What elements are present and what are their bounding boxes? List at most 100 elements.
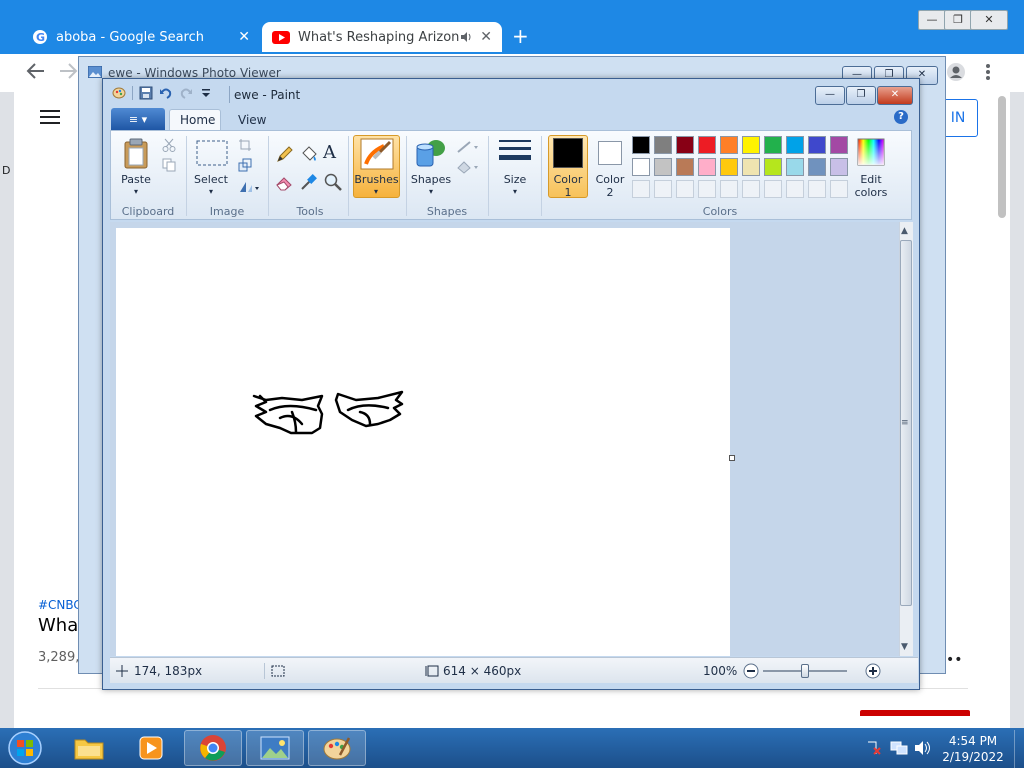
tab-home[interactable]: Home [169, 109, 221, 130]
eraser-icon[interactable] [275, 172, 295, 192]
palette-swatch-empty[interactable] [808, 180, 826, 198]
taskbar-photo-viewer[interactable] [246, 730, 304, 766]
taskbar-paint[interactable] [308, 730, 366, 766]
palette-swatch[interactable] [698, 136, 716, 154]
resize-icon[interactable] [238, 158, 252, 172]
magnifier-icon[interactable] [323, 172, 343, 192]
zoom-slider[interactable] [763, 663, 848, 679]
save-icon[interactable] [139, 86, 153, 100]
pencil-icon[interactable] [275, 144, 295, 164]
subscribe-button[interactable] [860, 710, 970, 716]
color2-swatch[interactable] [598, 141, 622, 165]
paste-icon[interactable] [122, 138, 150, 170]
taskbar-clock[interactable]: 4:54 PM 2/19/2022 [938, 733, 1008, 765]
palette-swatch-empty[interactable] [698, 180, 716, 198]
action-center-icon[interactable] [866, 740, 882, 756]
more-actions-icon[interactable]: •• [946, 652, 963, 668]
dropdown-arrow-icon[interactable]: ▾ [509, 185, 521, 198]
chrome-tab-youtube[interactable]: What's Reshaping Arizona, N ✕ [262, 22, 502, 52]
palette-swatch[interactable] [742, 158, 760, 176]
zoom-slider-thumb[interactable] [801, 663, 810, 678]
edit-colors-icon[interactable] [857, 138, 885, 166]
palette-swatch-empty[interactable] [830, 180, 848, 198]
palette-swatch[interactable] [676, 136, 694, 154]
select-icon[interactable] [196, 140, 228, 166]
palette-swatch[interactable] [676, 158, 694, 176]
show-desktop-button[interactable] [1014, 730, 1024, 768]
forward-arrow-icon[interactable] [58, 62, 78, 80]
palette-swatch[interactable] [720, 136, 738, 154]
palette-swatch[interactable] [764, 158, 782, 176]
cut-icon[interactable] [162, 138, 176, 152]
palette-swatch[interactable] [720, 158, 738, 176]
palette-swatch-empty[interactable] [676, 180, 694, 198]
scroll-up-icon[interactable]: ▲ [901, 226, 908, 236]
close-icon[interactable]: ✕ [238, 29, 250, 45]
text-tool-icon[interactable]: A [323, 142, 336, 163]
chrome-minimize-button[interactable]: — [918, 10, 946, 30]
volume-icon[interactable] [914, 740, 932, 756]
tab-view[interactable]: View [228, 109, 272, 130]
palette-swatch[interactable] [786, 136, 804, 154]
dropdown-arrow-icon[interactable]: ▾ [205, 185, 217, 198]
palette-swatch-empty[interactable] [786, 180, 804, 198]
network-icon[interactable] [890, 740, 908, 756]
palette-swatch[interactable] [632, 158, 650, 176]
palette-swatch[interactable] [654, 158, 672, 176]
rotate-icon[interactable] [238, 180, 260, 194]
customize-qat-icon[interactable] [199, 86, 213, 100]
video-hashtag[interactable]: #CNBC [38, 598, 82, 612]
start-button[interactable] [4, 729, 46, 767]
outline-icon[interactable] [456, 140, 480, 154]
back-arrow-icon[interactable] [26, 62, 46, 80]
paint-app-icon[interactable] [112, 86, 126, 100]
copy-icon[interactable] [162, 158, 176, 172]
palette-swatch[interactable] [742, 136, 760, 154]
palette-swatch[interactable] [632, 136, 650, 154]
zoom-out-icon[interactable] [743, 663, 759, 679]
drawing-canvas[interactable] [116, 228, 730, 656]
paint-close-button[interactable]: ✕ [877, 86, 913, 105]
chrome-scrollbar-thumb[interactable] [998, 96, 1006, 218]
palette-swatch[interactable] [786, 158, 804, 176]
palette-swatch-empty[interactable] [764, 180, 782, 198]
palette-swatch[interactable] [654, 136, 672, 154]
undo-icon[interactable] [159, 86, 173, 100]
speaker-icon[interactable] [460, 31, 472, 43]
palette-swatch[interactable] [830, 158, 848, 176]
fill-icon[interactable] [299, 144, 319, 164]
palette-swatch[interactable] [698, 158, 716, 176]
chrome-close-button[interactable]: ✕ [970, 10, 1008, 30]
close-icon[interactable]: ✕ [480, 29, 492, 45]
palette-swatch-empty[interactable] [720, 180, 738, 198]
palette-swatch[interactable] [808, 158, 826, 176]
edit-colors-button[interactable]: Edit [850, 173, 892, 186]
new-tab-button[interactable]: + [512, 24, 529, 48]
taskbar-media-player[interactable] [122, 730, 180, 766]
taskbar-chrome[interactable] [184, 730, 242, 766]
chrome-maximize-button[interactable]: ❐ [944, 10, 972, 30]
dropdown-arrow-icon[interactable]: ▾ [370, 185, 382, 198]
size-icon[interactable] [498, 138, 532, 168]
palette-swatch-empty[interactable] [654, 180, 672, 198]
redo-icon[interactable] [179, 86, 193, 100]
profile-icon[interactable] [946, 62, 966, 82]
chrome-tab-google-search[interactable]: G aboba - Google Search ✕ [22, 22, 260, 52]
paint-minimize-button[interactable]: — [815, 86, 845, 105]
zoom-in-icon[interactable] [865, 663, 881, 679]
menu-dots-icon[interactable] [984, 62, 992, 82]
crop-icon[interactable] [238, 138, 252, 152]
shapes-icon[interactable] [414, 138, 448, 170]
paint-maximize-button[interactable]: ❐ [846, 86, 876, 105]
hamburger-menu-icon[interactable] [40, 109, 60, 125]
paint-file-menu-button[interactable]: ≡ ▾ [111, 108, 165, 130]
canvas-resize-handle[interactable] [729, 455, 735, 461]
palette-swatch[interactable] [808, 136, 826, 154]
fill-shape-icon[interactable] [456, 160, 480, 174]
palette-swatch[interactable] [764, 136, 782, 154]
palette-swatch-empty[interactable] [632, 180, 650, 198]
dropdown-arrow-icon[interactable]: ▾ [130, 185, 142, 198]
scroll-down-icon[interactable]: ▼ [901, 642, 908, 652]
dropdown-arrow-icon[interactable]: ▾ [425, 185, 437, 198]
palette-swatch[interactable] [830, 136, 848, 154]
